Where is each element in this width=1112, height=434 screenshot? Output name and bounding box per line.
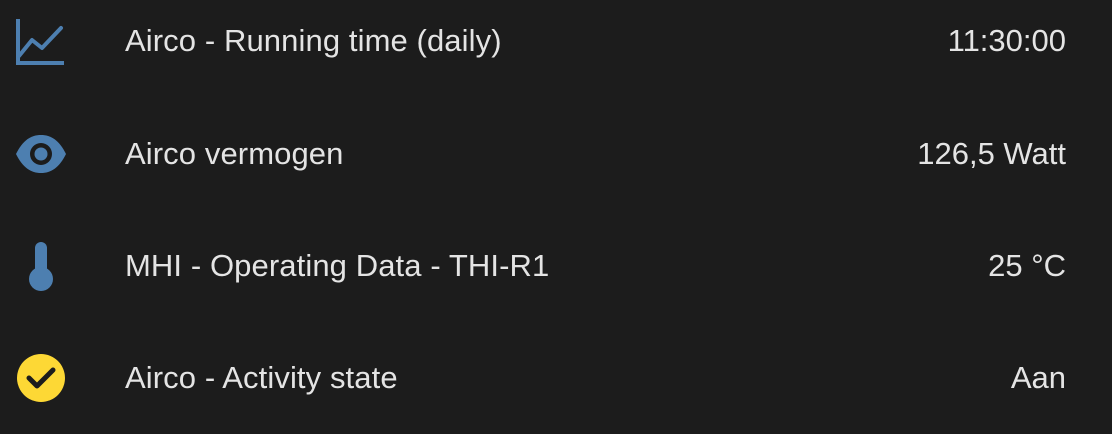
entities-card: Airco - Running time (daily) 11:30:00 Ai… [0, 0, 1112, 427]
entity-state: 11:30:00 [947, 23, 1066, 58]
entity-row-vermogen[interactable]: Airco vermogen 126,5 Watt [0, 98, 1112, 210]
chart-line-icon [14, 14, 68, 68]
thermometer-icon [14, 239, 68, 293]
entity-name: Airco vermogen [125, 136, 344, 171]
entity-row-activity-state[interactable]: Airco - Activity state Aan [0, 322, 1112, 434]
check-circle-icon [14, 351, 68, 405]
entity-row-thi-r1[interactable]: MHI - Operating Data - THI-R1 25 °C [0, 210, 1112, 322]
eye-icon [14, 127, 68, 181]
entity-state: 25 °C [988, 248, 1066, 283]
entity-row-running-time[interactable]: Airco - Running time (daily) 11:30:00 [0, 0, 1112, 97]
entity-name: MHI - Operating Data - THI-R1 [125, 248, 550, 283]
entity-name: Airco - Running time (daily) [125, 23, 502, 58]
entity-state: 126,5 Watt [917, 136, 1066, 171]
entity-name: Airco - Activity state [125, 360, 398, 395]
entity-state: Aan [1010, 360, 1066, 395]
